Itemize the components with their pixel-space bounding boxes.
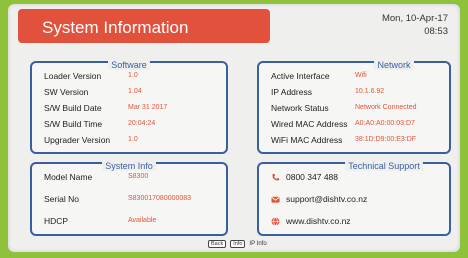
software-value-build-time: 20:04:24 [128, 120, 156, 127]
email-icon [271, 196, 280, 203]
sysinfo-value-serial: S830017080000083 [128, 195, 192, 202]
footer-hints: Back Info IP Info [208, 240, 267, 248]
support-phone-row: 0800 347 488 [271, 172, 338, 182]
software-value-sw-version: 1.04 [128, 88, 142, 95]
sysinfo-label-hdcp: HDCP [44, 216, 69, 226]
network-label-wifi-mac: WiFi MAC Address [271, 135, 343, 145]
network-value-status: Network Connected [355, 104, 417, 111]
network-panel: Network Active Interface Wifi IP Address… [257, 60, 451, 154]
back-key[interactable]: Back [208, 240, 227, 248]
software-value-build-date: Mar 31 2017 [128, 104, 168, 111]
support-web-row: www.dishtv.co.nz [271, 216, 351, 226]
software-label-build-time: S/W Build Time [44, 119, 103, 129]
network-label-active-interface: Active Interface [271, 71, 330, 81]
sysinfo-value-hdcp: Available [128, 217, 157, 224]
network-value-ip: 10.1.6.92 [355, 88, 385, 95]
support-phone: 0800 347 488 [286, 172, 338, 182]
software-panel-title: Software [108, 60, 150, 70]
technical-support-panel-title: Technical Support [345, 161, 423, 171]
time: 08:53 [424, 26, 448, 37]
support-web: www.dishtv.co.nz [286, 216, 351, 226]
network-label-status: Network Status [271, 103, 329, 113]
globe-icon [271, 216, 280, 226]
network-value-active-interface: Wifi [355, 72, 367, 79]
network-value-wifi-mac: 38:1D:D9:00:E3:DF [355, 136, 417, 143]
software-label-loader: Loader Version [44, 71, 102, 81]
software-label-upgrader: Upgrader Version [44, 135, 111, 145]
support-email-row: support@dishtv.co.nz [271, 194, 367, 204]
technical-support-panel: Technical Support 0800 347 488 support@d… [257, 161, 451, 236]
network-label-wired-mac: Wired MAC Address [271, 119, 348, 129]
date: Mon, 10-Apr-17 [381, 13, 448, 24]
network-panel-title: Network [374, 60, 414, 70]
info-key[interactable]: Info [230, 240, 246, 248]
system-info-screen: System Information Mon, 10-Apr-17 08:53 … [8, 4, 460, 252]
support-email: support@dishtv.co.nz [286, 194, 368, 204]
software-value-upgrader: 1.0 [128, 136, 138, 143]
sysinfo-value-model: S8300 [128, 173, 149, 180]
network-value-wired-mac: A0:A0:A0:00:03:D7 [355, 120, 415, 127]
software-label-sw-version: SW Version [44, 87, 89, 97]
sysinfo-label-serial: Serial No [44, 194, 79, 204]
software-panel: Software Loader Version 1.0 SW Version 1… [30, 60, 228, 154]
datetime: Mon, 10-Apr-17 08:53 [382, 12, 448, 38]
phone-icon [272, 173, 280, 180]
sysinfo-label-model: Model Name [44, 172, 93, 182]
software-label-build-date: S/W Build Date [44, 103, 102, 113]
software-value-loader: 1.0 [128, 72, 138, 79]
info-key-label: IP Info [249, 241, 267, 247]
system-info-panel-title: System Info [102, 161, 156, 171]
network-label-ip: IP Address [271, 87, 312, 97]
page-title: System Information [42, 18, 189, 37]
system-info-panel: System Info Model Name S8300 Serial No S… [30, 161, 228, 236]
